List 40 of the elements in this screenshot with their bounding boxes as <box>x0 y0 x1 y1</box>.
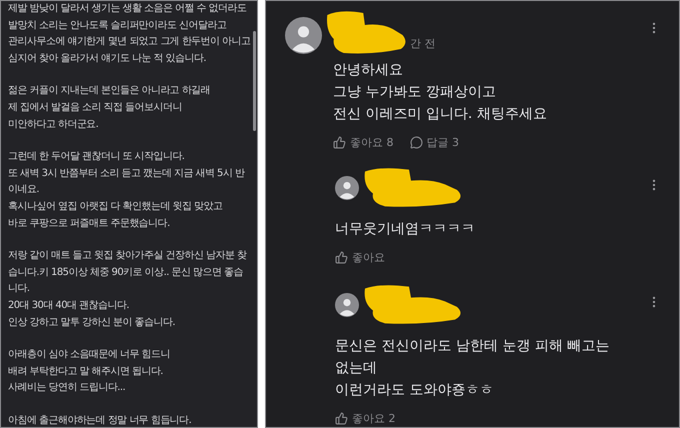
post-text-line: 20대 30대 40대 괜찮습니다. <box>8 298 129 313</box>
post-text-line: 아래층이 심야 소음때문에 너무 힘드니 <box>8 348 170 362</box>
post-text-line: 바로 쿠팡으로 퍼즐매트 주문했습니다. <box>8 216 170 231</box>
like-button[interactable]: 좋아요 2 <box>335 411 396 426</box>
post-text-line: 저랑 같이 매트 들고 윗집 찾아가주실 건장하신 남자분 찾 <box>8 249 246 264</box>
like-button[interactable]: 좋아요 <box>335 250 385 265</box>
comment-text: 너무웃기네염ㅋㅋㅋㅋ <box>335 220 475 239</box>
comment-text: 문신은 전신이라도 남한테 눈갱 피해 빼고는 <box>335 337 610 356</box>
post-text-line: 제발 밤낮이 달라서 생기는 생활 소음은 어쩔 수 없더라도 <box>8 2 246 16</box>
avatar-icon <box>335 293 359 317</box>
comment-text: 전신 이레즈미 입니다. 채팅주세요 <box>333 105 547 124</box>
reply-button[interactable]: 답글 3 <box>410 135 459 150</box>
comment-time: 간 전 <box>410 36 436 51</box>
comment-text: 없는데 <box>335 359 377 378</box>
post-text-line: 제 집에서 발걸음 소리 직접 들어보시더니 <box>8 100 182 115</box>
post-text-line: 습니다.키 185이상 체중 90키로 이상.. 문신 많으면 좋습 <box>8 266 243 280</box>
speech-bubble-icon <box>410 136 422 149</box>
post-text-line: 아침에 출근해야하는데 정말 너무 힘듭니다. <box>8 414 192 427</box>
post-text-line: 심지어 찾아 올라가서 얘기도 나눈 적 있습니다. <box>8 52 206 66</box>
thumbs-up-icon <box>335 251 348 264</box>
comment-text: 이런거라도 도와야죵ㅎㅎ <box>335 381 494 400</box>
post-text-line: 그런데 한 두어달 괜찮더니 또 시작입니다. <box>8 150 184 164</box>
post-text-line: 니다. <box>8 282 30 296</box>
avatar-icon <box>285 17 322 54</box>
comment-text: 안녕하세요 <box>333 61 403 80</box>
post-text-line: 또 새벽 3시 반쯤부터 소리 듣고 깼는데 지금 새벽 5시 반 <box>8 166 244 181</box>
avatar-icon <box>335 176 359 200</box>
comment-text: 그냥 누가봐도 깡패상이고 <box>333 83 496 102</box>
post-text-line: 이네요. <box>8 183 39 198</box>
post-text-line: 사례비는 당연히 드립니다... <box>8 381 126 396</box>
post-text-line: 발망치 소리는 안나도록 슬리퍼만이라도 신어달라고 <box>8 18 226 33</box>
like-button[interactable]: 좋아요 8 <box>333 135 394 150</box>
post-text-line: 관리사무소에 얘기한게 몇년 되었고 그게 한두번이 아니고 <box>8 35 251 50</box>
post-text-line: 인상 강하고 말투 강하신 분이 좋습니다. <box>8 316 175 330</box>
thumbs-up-icon <box>335 412 348 425</box>
thumbs-up-icon <box>333 136 346 149</box>
post-text-line: 젊은 커플이 지내는데 본인들은 아니라고 하길래 <box>8 84 210 98</box>
post-text-line: 미안하다고 하더군요. <box>8 118 98 132</box>
post-text-line: 혹시나싶어 옆집 아랫집 다 확인했는데 윗집 맞았고 <box>8 200 222 214</box>
post-text-line: 배려 부탁한다고 말 해주시면 됩니다. <box>8 364 163 379</box>
